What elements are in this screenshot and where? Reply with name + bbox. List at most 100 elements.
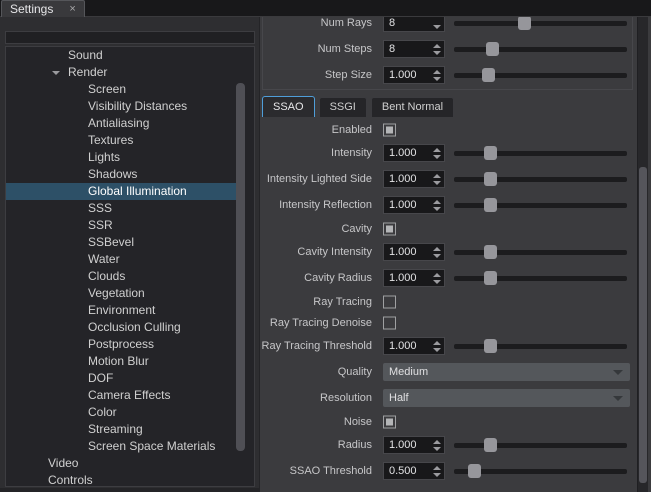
tree-item-vegetation[interactable]: Vegetation	[6, 285, 241, 302]
tree-item-visibility-distances[interactable]: Visibility Distances	[6, 98, 241, 115]
slider-handle[interactable]	[484, 438, 497, 452]
panel-scrollbar-thumb[interactable]	[639, 167, 647, 483]
tree-item-water[interactable]: Water	[6, 251, 241, 268]
tree-item-clouds[interactable]: Clouds	[6, 268, 241, 285]
intensity-reflection-spinbox[interactable]: 1.000	[383, 196, 445, 214]
spinbox-value[interactable]: 8	[384, 43, 430, 55]
tree-item-color[interactable]: Color	[6, 404, 241, 421]
spin-up-icon[interactable]	[433, 341, 441, 345]
ray-tracing-threshold-slider[interactable]	[454, 333, 627, 359]
slider-handle[interactable]	[486, 42, 499, 56]
spin-down-icon[interactable]	[433, 254, 441, 258]
tree-item-lights[interactable]: Lights	[6, 149, 241, 166]
spinbox-value[interactable]: 1.000	[384, 340, 430, 352]
tab-ssao[interactable]: SSAO	[262, 96, 315, 117]
num-rays-spinbox[interactable]: 8	[383, 17, 445, 32]
intensity-lighted-side-slider[interactable]	[454, 166, 627, 192]
intensity-slider[interactable]	[454, 140, 627, 166]
spin-down-icon[interactable]	[433, 77, 441, 81]
tree-item-postprocess[interactable]: Postprocess	[6, 336, 241, 353]
ray-tracing-denoise-checkbox[interactable]	[383, 316, 396, 329]
enabled-checkbox[interactable]	[383, 123, 396, 136]
num-rays-slider[interactable]	[454, 17, 627, 36]
tree-item-sound[interactable]: Sound	[6, 47, 241, 64]
spin-down-icon[interactable]	[433, 348, 441, 352]
spinbox-value[interactable]: 1.000	[384, 272, 430, 284]
cavity-radius-slider[interactable]	[454, 265, 627, 291]
tree-item-environment[interactable]: Environment	[6, 302, 241, 319]
tree-item-video[interactable]: Video	[6, 455, 241, 472]
tree-item-occlusion-culling[interactable]: Occlusion Culling	[6, 319, 241, 336]
spin-down-icon[interactable]	[433, 280, 441, 284]
tree-item-global-illumination[interactable]: Global Illumination	[6, 183, 241, 200]
ray-tracing-threshold-spinbox[interactable]: 1.000	[383, 337, 445, 355]
tree-item-controls[interactable]: Controls	[6, 472, 241, 487]
tree-item-camera-effects[interactable]: Camera Effects	[6, 387, 241, 404]
slider-handle[interactable]	[484, 339, 497, 353]
spin-down-icon[interactable]	[433, 25, 441, 29]
tree-item-antialiasing[interactable]: Antialiasing	[6, 115, 241, 132]
tree-item-sss[interactable]: SSS	[6, 200, 241, 217]
slider-handle[interactable]	[468, 464, 481, 478]
tree-item-ssr[interactable]: SSR	[6, 217, 241, 234]
intensity-spinbox[interactable]: 1.000	[383, 144, 445, 162]
spinbox-value[interactable]: 1.000	[384, 147, 430, 159]
tree-item-screen-space-materials[interactable]: Screen Space Materials	[6, 438, 241, 455]
ssao-threshold-spinbox[interactable]: 0.500	[383, 462, 445, 480]
spin-up-icon[interactable]	[433, 174, 441, 178]
spin-down-icon[interactable]	[433, 207, 441, 211]
noise-checkbox[interactable]	[383, 415, 396, 428]
spin-up-icon[interactable]	[433, 273, 441, 277]
intensity-reflection-slider[interactable]	[454, 192, 627, 218]
slider-handle[interactable]	[484, 172, 497, 186]
tree-item-shadows[interactable]: Shadows	[6, 166, 241, 183]
ray-tracing-checkbox[interactable]	[383, 295, 396, 308]
tree-item-screen[interactable]: Screen	[6, 81, 241, 98]
spin-up-icon[interactable]	[433, 466, 441, 470]
ssao-threshold-slider[interactable]	[454, 458, 627, 484]
spinbox-value[interactable]: 1.000	[384, 246, 430, 258]
quality-dropdown[interactable]: Medium	[383, 363, 630, 381]
spinbox-value[interactable]: 1.000	[384, 439, 430, 451]
close-icon[interactable]: ×	[69, 4, 75, 14]
spin-down-icon[interactable]	[433, 181, 441, 185]
spin-up-icon[interactable]	[433, 247, 441, 251]
tab-ssgi[interactable]: SSGI	[319, 97, 367, 117]
spin-up-icon[interactable]	[433, 148, 441, 152]
tab-settings[interactable]: Settings ×	[1, 0, 85, 17]
tree-filter-input[interactable]	[5, 31, 255, 44]
spinbox-value[interactable]: 1.000	[384, 173, 430, 185]
spin-up-icon[interactable]	[433, 200, 441, 204]
tree-item-motion-blur[interactable]: Motion Blur	[6, 353, 241, 370]
slider-handle[interactable]	[482, 68, 495, 82]
slider-handle[interactable]	[484, 271, 497, 285]
resolution-dropdown[interactable]: Half	[383, 389, 630, 407]
spin-down-icon[interactable]	[433, 447, 441, 451]
slider-handle[interactable]	[484, 245, 497, 259]
tab-bent-normal[interactable]: Bent Normal	[371, 97, 454, 117]
tree-scrollbar-thumb[interactable]	[236, 83, 245, 451]
tree-item-dof[interactable]: DOF	[6, 370, 241, 387]
num-steps-slider[interactable]	[454, 36, 627, 62]
spin-up-icon[interactable]	[433, 440, 441, 444]
tree-item-streaming[interactable]: Streaming	[6, 421, 241, 438]
spin-up-icon[interactable]	[433, 44, 441, 48]
cavity-checkbox[interactable]	[383, 222, 396, 235]
spin-down-icon[interactable]	[433, 51, 441, 55]
cavity-intensity-slider[interactable]	[454, 239, 627, 265]
spin-up-icon[interactable]	[433, 70, 441, 74]
expander-arrow-icon[interactable]	[52, 71, 60, 75]
radius-spinbox[interactable]: 1.000	[383, 436, 445, 454]
slider-handle[interactable]	[484, 146, 497, 160]
cavity-radius-spinbox[interactable]: 1.000	[383, 269, 445, 287]
slider-handle[interactable]	[518, 17, 531, 30]
slider-handle[interactable]	[484, 198, 497, 212]
step-size-spinbox[interactable]: 1.000	[383, 66, 445, 84]
tree-item-textures[interactable]: Textures	[6, 132, 241, 149]
spinbox-value[interactable]: 0.500	[384, 465, 430, 477]
spin-down-icon[interactable]	[433, 155, 441, 159]
spin-down-icon[interactable]	[433, 473, 441, 477]
spinbox-value[interactable]: 1.000	[384, 69, 430, 81]
step-size-slider[interactable]	[454, 62, 627, 88]
intensity-lighted-side-spinbox[interactable]: 1.000	[383, 170, 445, 188]
